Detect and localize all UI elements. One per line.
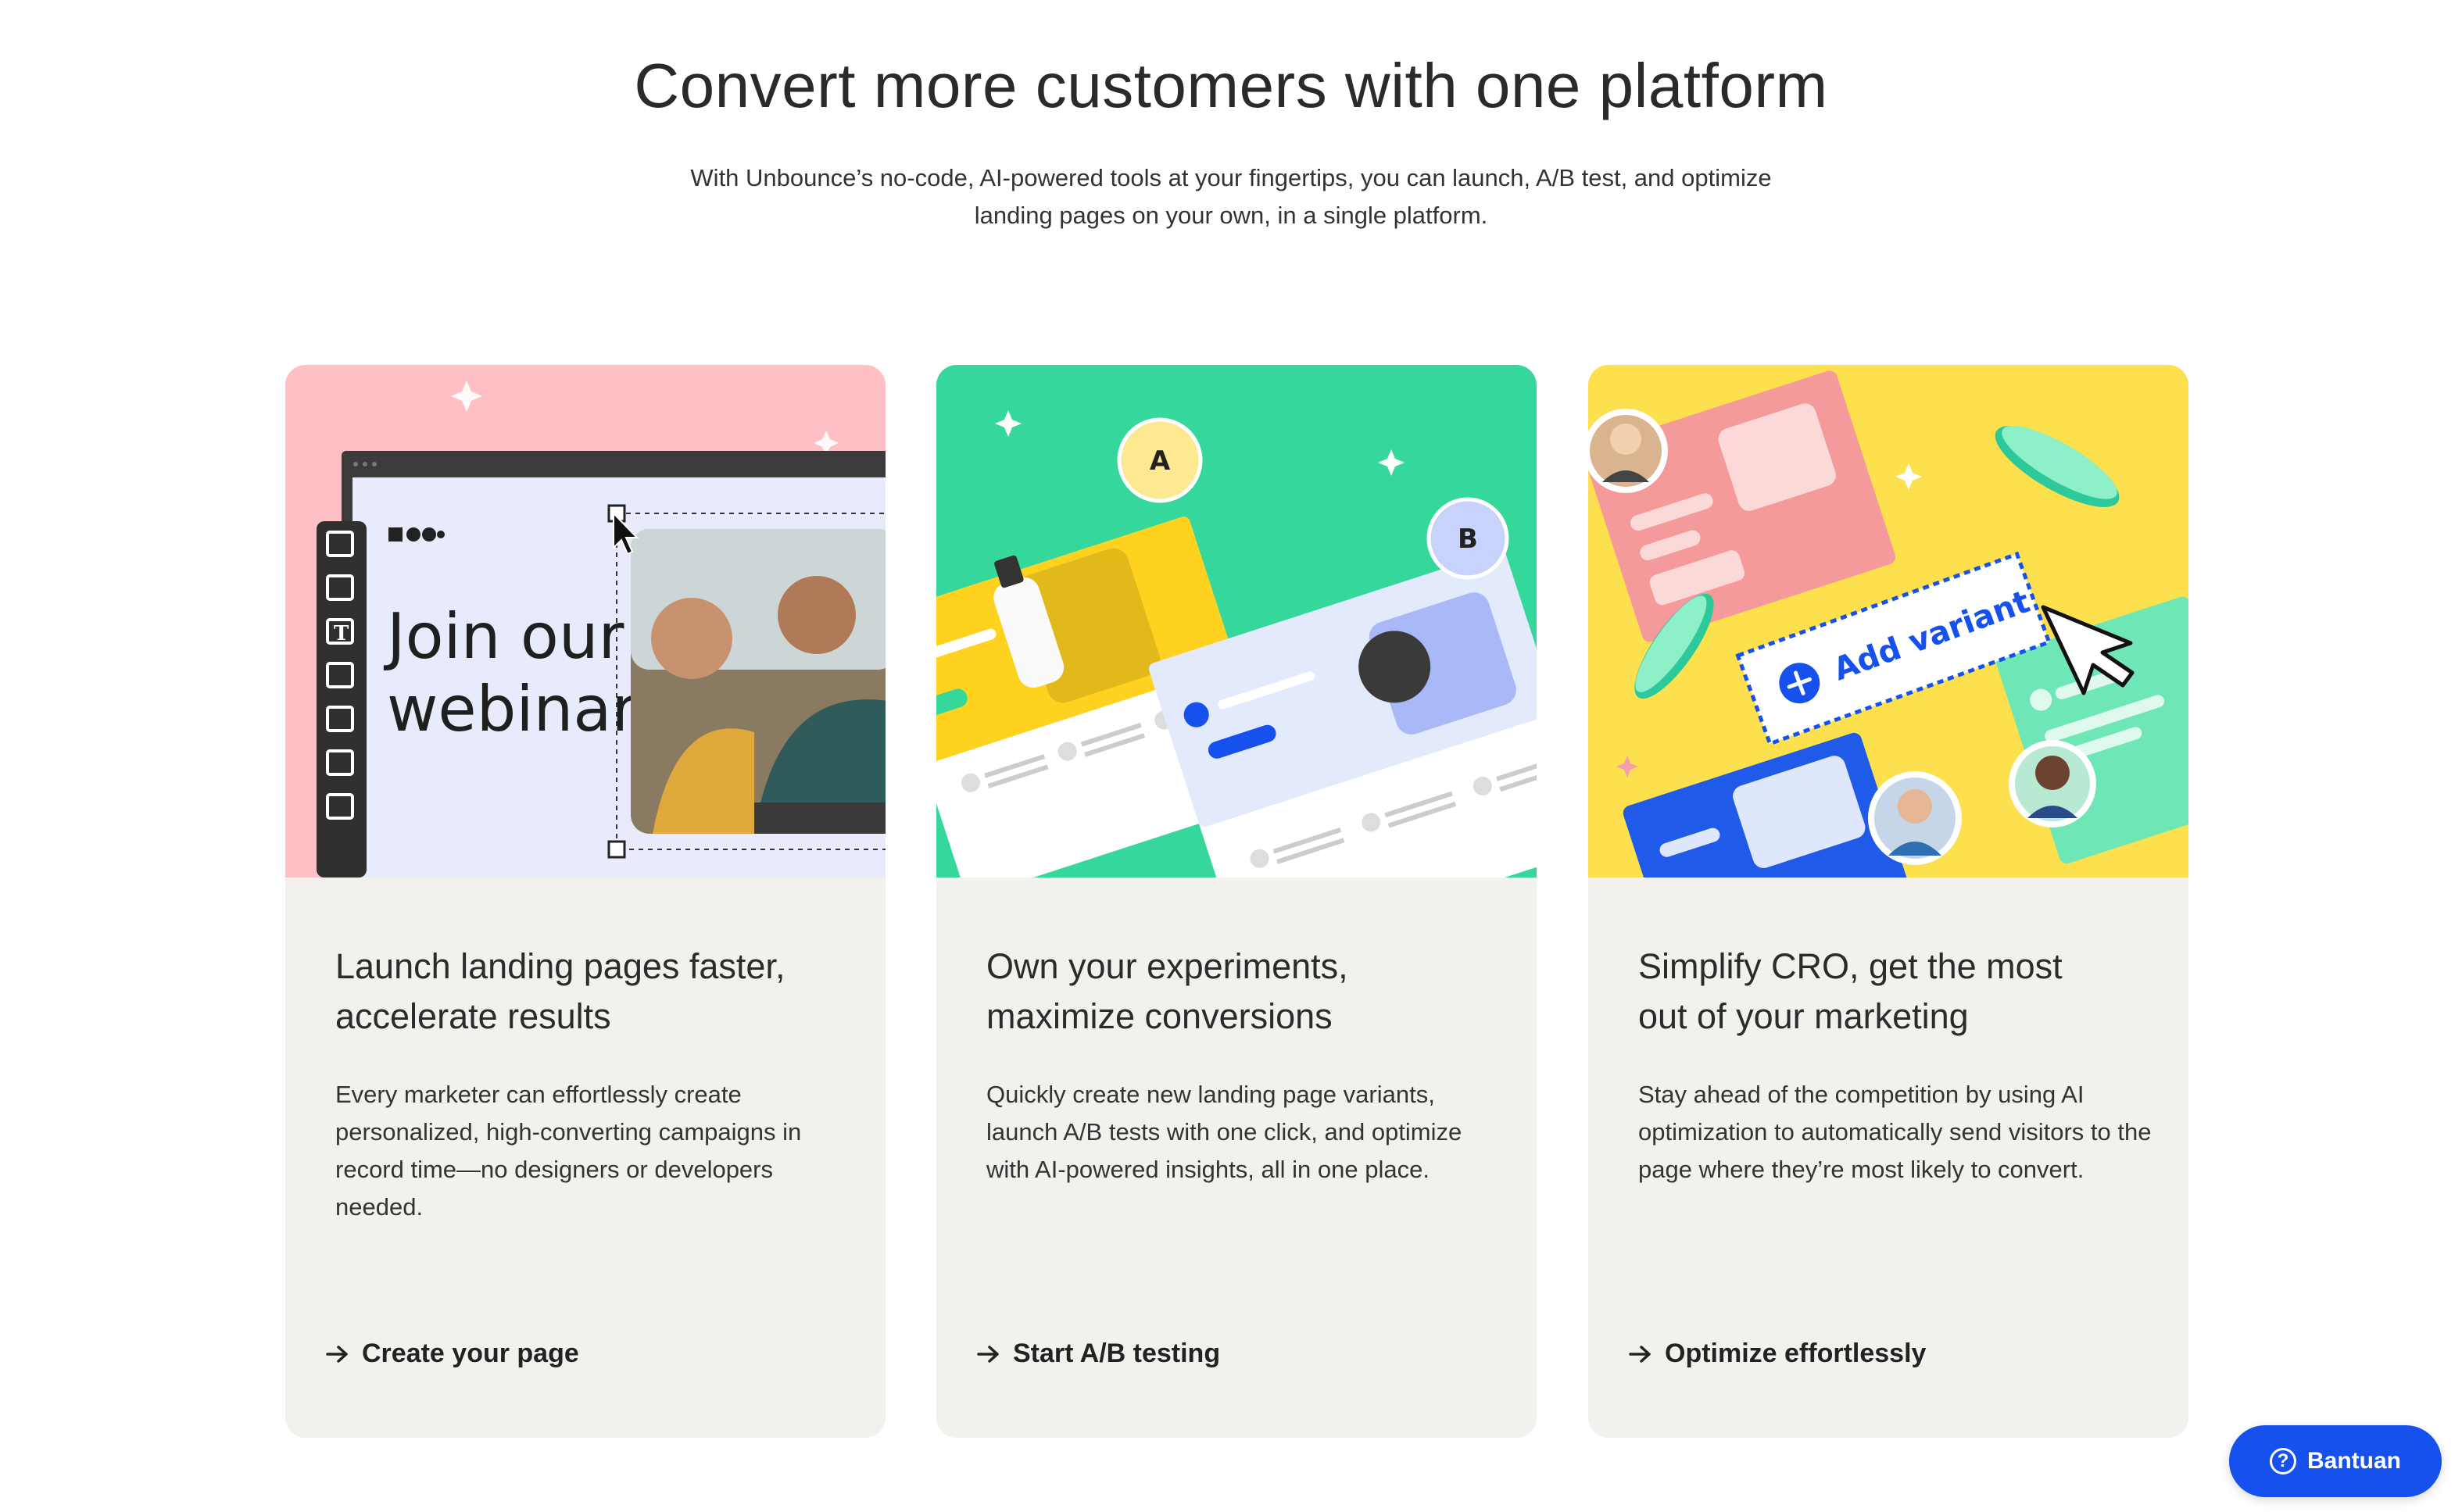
page-subtitle: With Unbounce’s no-code, AI-powered tool… — [0, 159, 2462, 234]
card-description: Quickly create new landing page variants… — [986, 1081, 1462, 1183]
page-title: Convert more customers with one platform — [634, 51, 1828, 120]
card-title: Simplify CRO, get the most out of your m… — [1638, 946, 2063, 1036]
illus-headline-line-2: webinar — [387, 673, 637, 745]
help-button-label: Bantuan — [2307, 1448, 2401, 1474]
card-title: Own your experiments, maximize conversio… — [986, 946, 1348, 1036]
arrow-right-icon — [1629, 1345, 1651, 1363]
illus-headline-line-1: Join our — [383, 600, 624, 673]
card-illustration-ab-test: A B — [936, 365, 1537, 878]
card-illustration-builder: T Join our webinar — [285, 365, 886, 878]
svg-text:A: A — [1150, 445, 1171, 477]
page-subtitle-line-1: With Unbounce’s no-code, AI-powered tool… — [690, 164, 1772, 191]
card-title: Launch landing pages faster, accelerate … — [335, 946, 785, 1036]
card-description: Stay ahead of the competition by using A… — [1638, 1081, 2152, 1183]
feature-card-experiments: A B Own your experiments, maximize conve… — [936, 365, 1537, 1438]
question-circle-icon: ? — [2270, 1448, 2296, 1474]
feature-card-cro: Add variant Simplify CRO, get the most o… — [1588, 365, 2188, 1438]
feature-card-launch: T Join our webinar Launch landing pages … — [285, 365, 886, 1438]
variant-a-badge: A — [1117, 417, 1203, 503]
page-subtitle-line-2: landing pages on your own, in a single p… — [974, 202, 1488, 229]
svg-text:B: B — [1458, 524, 1478, 555]
card-illustration-ai-optimize: Add variant — [1588, 365, 2188, 878]
card-description: Every marketer can effortlessly create p… — [335, 1081, 802, 1221]
optimize-effortlessly-link[interactable]: Optimize effortlessly — [1629, 1339, 1926, 1369]
svg-text:T: T — [334, 622, 349, 645]
variant-b-badge: B — [1426, 497, 1509, 580]
arrow-right-icon — [977, 1345, 999, 1363]
arrow-right-icon — [326, 1345, 348, 1363]
help-button[interactable]: ? Bantuan — [2229, 1425, 2442, 1497]
start-ab-testing-link[interactable]: Start A/B testing — [977, 1339, 1220, 1369]
create-your-page-link[interactable]: Create your page — [326, 1339, 579, 1369]
